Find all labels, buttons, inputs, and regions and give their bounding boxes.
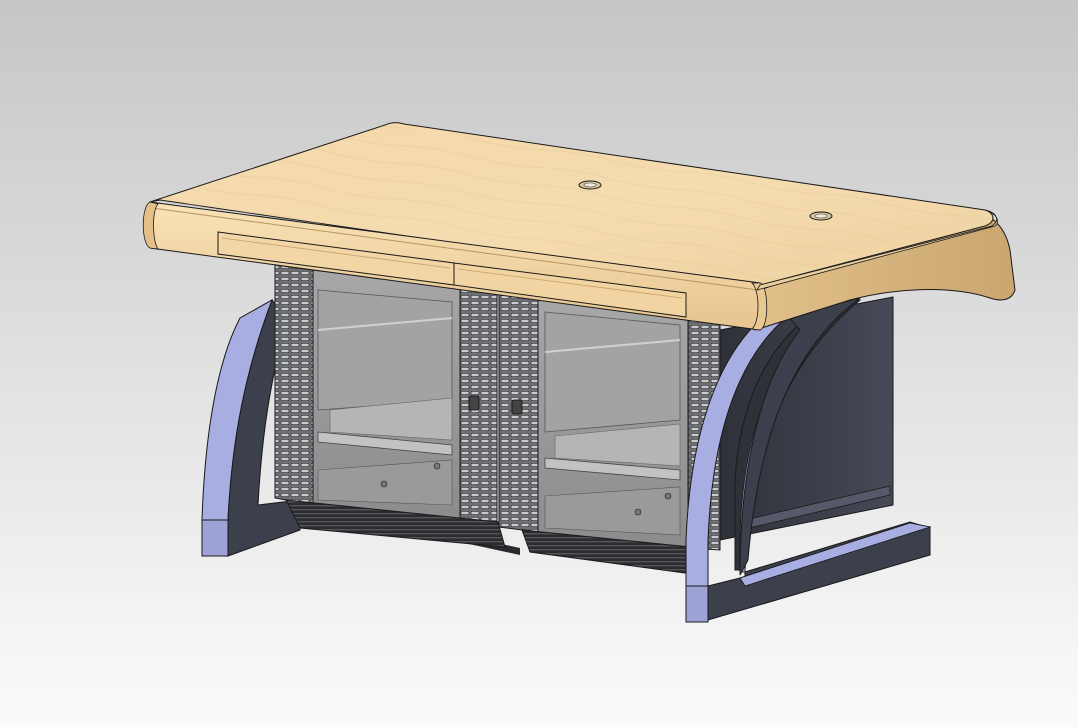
rack-cabinet-left [274, 264, 520, 555]
desk-model-render [0, 0, 1078, 727]
cad-viewport[interactable] [0, 0, 1078, 727]
